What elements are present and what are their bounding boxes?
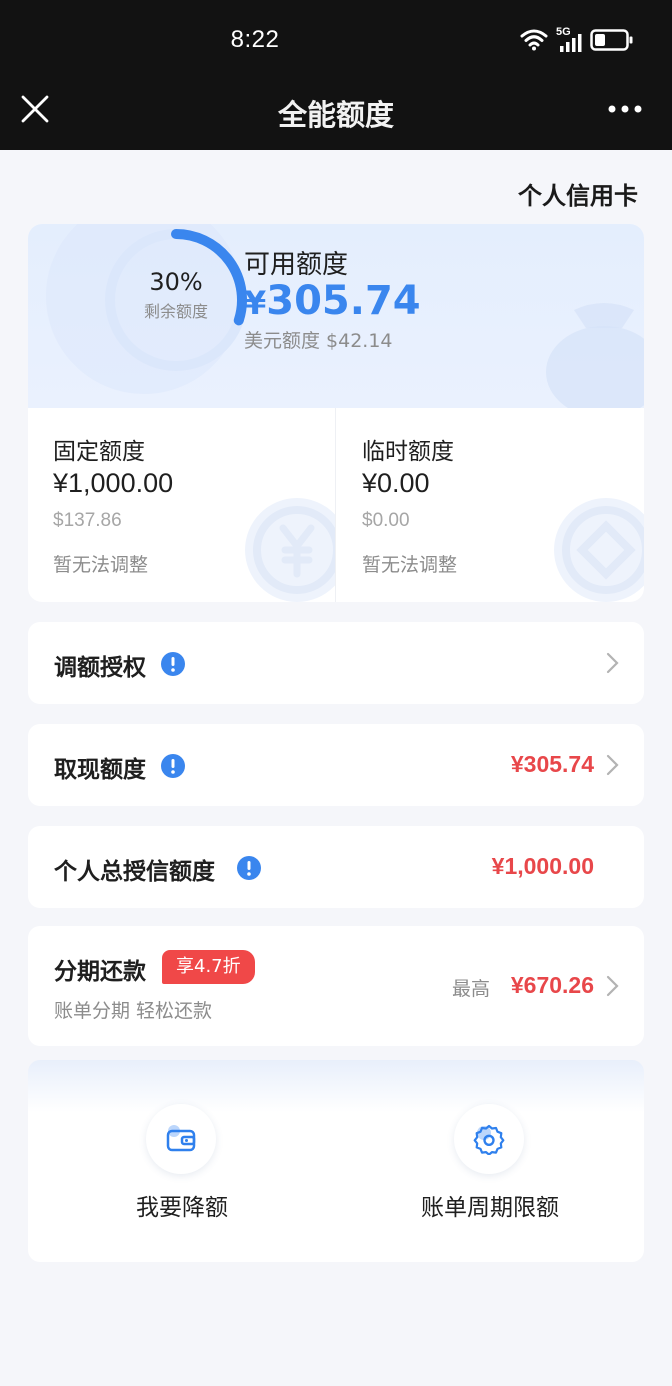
nav-bar: 全能额度	[0, 80, 672, 150]
card-type-label[interactable]: 个人信用卡	[518, 176, 638, 211]
page-title: 全能额度	[277, 98, 394, 132]
chevron-right-icon	[606, 652, 619, 674]
diamond-coin-icon	[554, 498, 644, 602]
cash-advance-label: 取现额度	[54, 757, 146, 783]
info-icon[interactable]	[161, 754, 185, 778]
installment-row[interactable]: 分期还款 享4.7折 账单分期 轻松还款 最高 ¥670.26	[28, 926, 644, 1046]
cash-advance-value: ¥305.74	[510, 751, 594, 777]
max-label: 最高	[451, 978, 490, 1000]
credit-summary-card: 30% 剩余额度 可用额度 ¥305.74 美元额度 $42.14 固定额度 ¥…	[28, 224, 644, 602]
usd-credit-line: 美元额度 $42.14	[244, 330, 393, 352]
fixed-credit-label: 固定额度	[53, 439, 145, 465]
reduce-credit-icon-circle[interactable]	[146, 1104, 216, 1174]
gear-icon	[473, 1124, 505, 1155]
adjust-auth-label: 调额授权	[54, 655, 146, 681]
adjust-auth-row[interactable]: 调额授权	[28, 622, 644, 704]
signal-icon: 5G	[556, 26, 582, 52]
breakdown-divider	[335, 408, 336, 602]
battery-icon	[590, 29, 633, 51]
chevron-right-icon	[606, 975, 619, 997]
money-bag-decoration	[546, 303, 644, 408]
cash-advance-row[interactable]: 取现额度 ¥305.74	[28, 724, 644, 806]
more-icon[interactable]	[608, 102, 642, 116]
fixed-credit-note: 暂无法调整	[53, 554, 149, 576]
discount-badge: 享4.7折	[162, 950, 255, 984]
remaining-percent: 30%	[149, 268, 203, 296]
fixed-credit-panel: 固定额度 ¥1,000.00 $137.86 暂无法调整	[28, 408, 335, 602]
total-credit-label: 个人总授信额度	[54, 859, 215, 885]
available-value: 305.74	[266, 278, 421, 324]
total-credit-row: 个人总授信额度 ¥1,000.00	[28, 826, 644, 908]
total-credit-value: ¥1,000.00	[491, 853, 594, 879]
temp-credit-note: 暂无法调整	[362, 554, 458, 576]
installment-subtitle: 账单分期 轻松还款	[54, 1000, 213, 1022]
wallet-icon	[166, 1125, 196, 1152]
quick-actions-card: 我要降额 账单周期限额	[28, 1060, 644, 1262]
available-amount: ¥305.74	[244, 278, 421, 324]
available-credit-section: 30% 剩余额度 可用额度 ¥305.74 美元额度 $42.14	[28, 224, 644, 408]
available-label: 可用额度	[244, 250, 349, 280]
temp-credit-label: 临时额度	[362, 439, 454, 465]
billing-cycle-icon-circle[interactable]	[454, 1104, 524, 1174]
yen-coin-icon	[245, 498, 335, 602]
status-time: 8:22	[230, 26, 280, 53]
chevron-right-icon	[606, 754, 619, 776]
info-icon[interactable]	[237, 856, 261, 880]
wifi-icon	[520, 29, 548, 51]
info-icon[interactable]	[161, 652, 185, 676]
reduce-credit-label: 我要降额	[136, 1195, 228, 1221]
temp-credit-usd: $0.00	[362, 510, 410, 531]
remaining-label: 剩余额度	[143, 302, 208, 321]
fixed-credit-amount: ¥1,000.00	[53, 468, 174, 498]
billing-cycle-limit-label: 账单周期限额	[421, 1195, 559, 1221]
available-currency: ¥	[244, 284, 267, 322]
temp-credit-panel: 临时额度 ¥0.00 $0.00 暂无法调整	[337, 408, 644, 602]
credit-breakdown: 固定额度 ¥1,000.00 $137.86 暂无法调整 临时额度 ¥0.00 …	[28, 408, 644, 602]
fixed-credit-usd: $137.86	[53, 510, 122, 531]
temp-credit-amount: ¥0.00	[362, 468, 430, 498]
installment-max-value: ¥670.26	[510, 972, 594, 998]
installment-label: 分期还款	[54, 959, 146, 985]
status-icons: 5G	[520, 26, 634, 54]
status-bar: 8:22 5G	[0, 0, 672, 80]
